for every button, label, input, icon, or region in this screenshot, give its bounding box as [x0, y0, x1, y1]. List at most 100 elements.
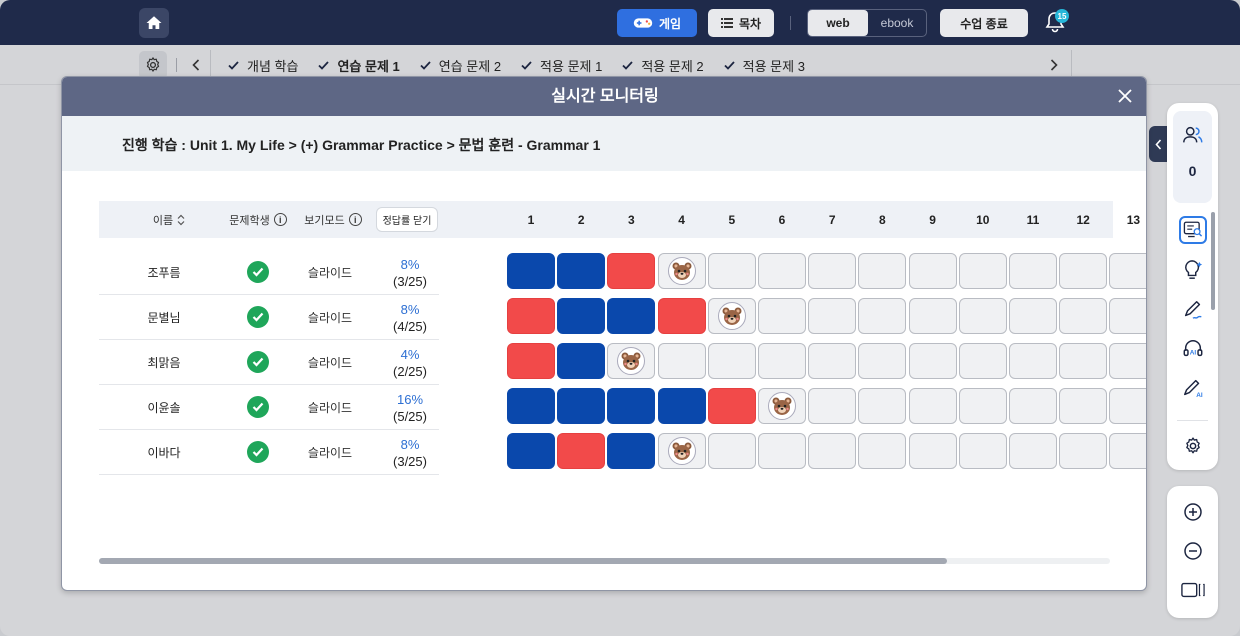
question-cell-wrong[interactable]: [507, 343, 555, 379]
nav-tab[interactable]: 개념 학습: [228, 56, 298, 75]
question-cell-empty[interactable]: [808, 343, 857, 379]
horizontal-scrollbar-thumb[interactable]: [99, 558, 947, 564]
question-cell-current[interactable]: [607, 343, 656, 379]
question-cell-empty[interactable]: [707, 433, 756, 469]
question-cell-empty[interactable]: [1109, 433, 1146, 469]
question-cell-empty[interactable]: [958, 433, 1007, 469]
game-button[interactable]: 게임: [617, 9, 697, 37]
table-row[interactable]: 이윤솔 슬라이드 16% (5/25): [99, 385, 1146, 430]
question-cell-empty[interactable]: [657, 343, 706, 379]
question-cell-empty[interactable]: [758, 298, 806, 334]
hint-button[interactable]: [1179, 256, 1207, 284]
nav-tab[interactable]: 적용 문제 1: [521, 56, 602, 75]
nav-tab[interactable]: 연습 문제 2: [420, 56, 501, 75]
home-button[interactable]: [139, 8, 169, 38]
question-cell-empty[interactable]: [958, 298, 1007, 334]
question-cell-empty[interactable]: [1109, 253, 1146, 289]
table-row[interactable]: 문별님 슬라이드 8% (4/25): [99, 295, 1146, 340]
question-cell-empty[interactable]: [958, 388, 1007, 424]
collapse-toolbar-button[interactable]: [1149, 126, 1167, 162]
toolbar-settings-button[interactable]: [1179, 432, 1207, 460]
question-cell-empty[interactable]: [808, 298, 857, 334]
nav-prev-button[interactable]: [186, 54, 206, 76]
question-cell-correct[interactable]: [557, 343, 606, 379]
question-cell-wrong[interactable]: [507, 298, 555, 334]
question-cell-empty[interactable]: [758, 433, 806, 469]
question-cell-wrong[interactable]: [557, 433, 606, 469]
question-cell-empty[interactable]: [1009, 343, 1057, 379]
pen-tool-button[interactable]: [1179, 296, 1207, 324]
question-cell-correct[interactable]: [607, 433, 656, 469]
question-cell-empty[interactable]: [808, 433, 857, 469]
question-cell-empty[interactable]: [1009, 433, 1057, 469]
question-cell-empty[interactable]: [758, 253, 806, 289]
question-cell-empty[interactable]: [858, 298, 907, 334]
question-cell-correct[interactable]: [557, 253, 606, 289]
monitoring-button[interactable]: [1179, 216, 1207, 244]
question-cell-empty[interactable]: [858, 433, 907, 469]
question-cell-empty[interactable]: [1109, 388, 1146, 424]
question-cell-correct[interactable]: [507, 388, 555, 424]
question-cell-empty[interactable]: [908, 298, 957, 334]
info-icon[interactable]: i: [348, 213, 362, 226]
question-cell-empty[interactable]: [707, 253, 756, 289]
zoom-in-button[interactable]: [1179, 498, 1207, 526]
question-cell-current[interactable]: [657, 433, 706, 469]
table-row[interactable]: 최맑음 슬라이드 4% (2/25): [99, 340, 1146, 385]
question-cell-correct[interactable]: [557, 298, 606, 334]
close-button[interactable]: [1114, 85, 1136, 107]
question-cell-correct[interactable]: [557, 388, 606, 424]
end-class-button[interactable]: 수업 종료: [940, 9, 1028, 37]
question-cell-correct[interactable]: [607, 298, 656, 334]
question-cell-current[interactable]: [657, 253, 706, 289]
question-cell-empty[interactable]: [1109, 298, 1146, 334]
question-cell-empty[interactable]: [1009, 298, 1057, 334]
nav-tab[interactable]: 연습 문제 1: [318, 56, 400, 75]
question-cell-correct[interactable]: [507, 253, 555, 289]
question-cell-current[interactable]: [758, 388, 806, 424]
question-cell-empty[interactable]: [958, 343, 1007, 379]
question-cell-empty[interactable]: [758, 343, 806, 379]
mode-ebook-button[interactable]: ebook: [868, 10, 926, 36]
question-cell-empty[interactable]: [1059, 253, 1108, 289]
info-icon[interactable]: i: [273, 213, 287, 226]
ai-pen-button[interactable]: AI: [1179, 374, 1207, 402]
question-cell-empty[interactable]: [1059, 433, 1108, 469]
question-cell-empty[interactable]: [1059, 388, 1108, 424]
question-cell-empty[interactable]: [858, 343, 907, 379]
question-cell-empty[interactable]: [707, 343, 756, 379]
question-cell-empty[interactable]: [858, 253, 907, 289]
question-cell-wrong[interactable]: [707, 388, 756, 424]
nav-settings-button[interactable]: [139, 51, 167, 79]
question-cell-empty[interactable]: [808, 253, 857, 289]
hide-answer-rate-button[interactable]: 정답률 닫기: [376, 207, 438, 232]
zoom-out-button[interactable]: [1179, 537, 1207, 565]
question-cell-empty[interactable]: [1059, 298, 1108, 334]
question-cell-empty[interactable]: [1009, 388, 1057, 424]
question-cell-empty[interactable]: [908, 388, 957, 424]
question-cell-empty[interactable]: [1009, 253, 1057, 289]
students-button[interactable]: [1179, 121, 1207, 149]
nav-tab[interactable]: 적용 문제 2: [622, 56, 704, 75]
question-cell-empty[interactable]: [1109, 343, 1146, 379]
toolbar-scrollbar[interactable]: [1211, 212, 1215, 310]
question-cell-empty[interactable]: [958, 253, 1007, 289]
nav-next-button[interactable]: [1044, 54, 1064, 76]
fit-screen-button[interactable]: [1179, 576, 1207, 604]
question-cell-empty[interactable]: [908, 433, 957, 469]
question-cell-wrong[interactable]: [657, 298, 706, 334]
question-cell-empty[interactable]: [858, 388, 907, 424]
question-cell-correct[interactable]: [657, 388, 706, 424]
column-name[interactable]: 이름: [139, 201, 199, 238]
nav-tab[interactable]: 적용 문제 3: [724, 56, 805, 75]
question-cell-correct[interactable]: [607, 388, 656, 424]
question-cell-current[interactable]: [707, 298, 756, 334]
question-cell-empty[interactable]: [1059, 343, 1108, 379]
mode-web-button[interactable]: web: [808, 10, 868, 36]
table-row[interactable]: 조푸름 슬라이드 8% (3/25): [99, 250, 1146, 295]
ai-tutor-button[interactable]: AI: [1179, 335, 1207, 363]
toc-button[interactable]: 목차: [708, 9, 774, 37]
question-cell-correct[interactable]: [507, 433, 555, 469]
question-cell-wrong[interactable]: [607, 253, 656, 289]
question-cell-empty[interactable]: [908, 253, 957, 289]
